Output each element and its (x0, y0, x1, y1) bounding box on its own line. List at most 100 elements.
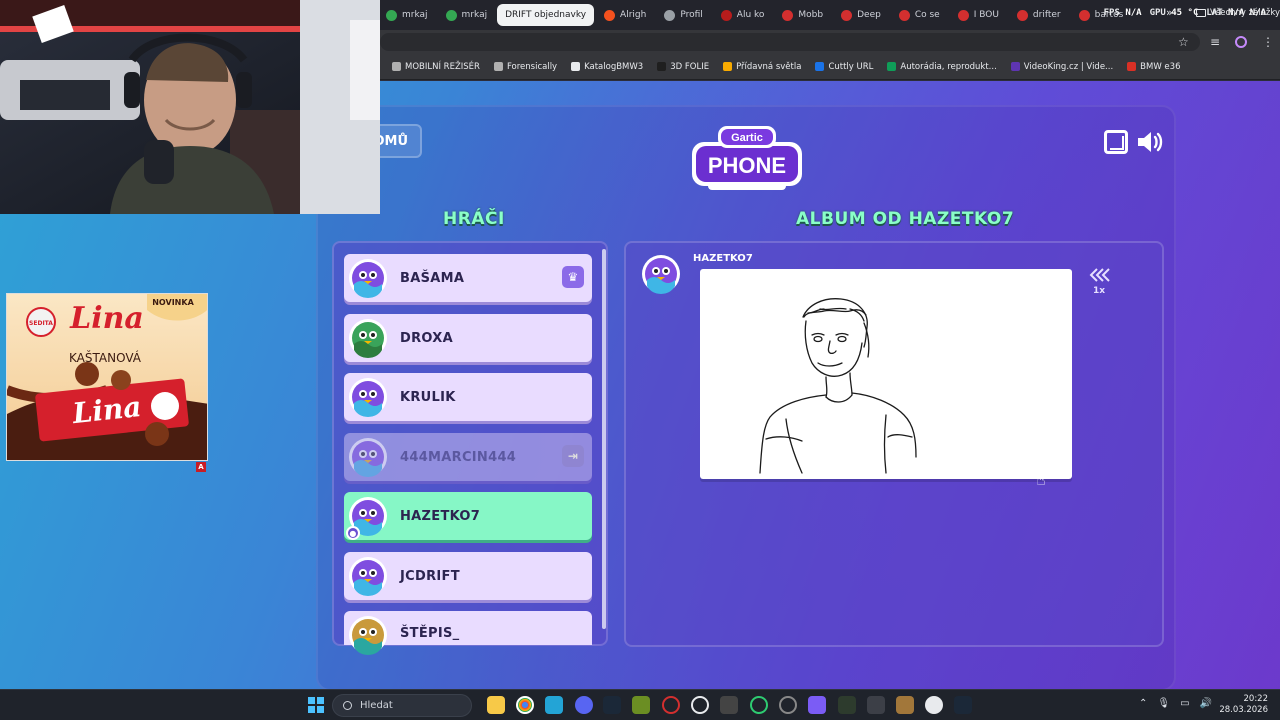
bookmark-favicon-icon (493, 62, 503, 71)
browser-tab[interactable]: I BOU (950, 4, 1007, 26)
bookmark-item[interactable]: BMW e36 (1127, 62, 1180, 72)
chrome-icon[interactable] (516, 696, 534, 714)
bookmark-item[interactable]: Cuttly URL (815, 62, 873, 72)
browser-menu-icon[interactable]: ⋮ (1262, 34, 1274, 50)
browser-tab[interactable]: Deep (833, 4, 889, 26)
browser-tab[interactable]: DRIFT objednavky (497, 4, 595, 26)
microphone-icon[interactable]: 🎙 (1157, 698, 1170, 709)
bookmark-item[interactable]: Přídavná světla (723, 62, 801, 72)
current-user-icon: ● (346, 526, 360, 540)
logo-bottom-text: PHONE (708, 153, 786, 178)
player-avatar (349, 438, 387, 477)
folder-icon (1196, 9, 1206, 17)
settings-gear-icon[interactable] (779, 696, 797, 714)
tab-label: Profil (680, 10, 703, 20)
sound-button[interactable] (1136, 129, 1164, 155)
player-name: BAŠAMA (400, 270, 465, 286)
epic-games-icon[interactable] (720, 696, 738, 714)
taskbar-clock[interactable]: 20:22 28.03.2026 (1219, 694, 1268, 716)
player-row[interactable]: JCDRIFT (344, 552, 592, 600)
player-name: HAZETKO7 (400, 508, 481, 524)
bookmark-label: BMW e36 (1140, 61, 1181, 72)
players-heading: HRÁČI (443, 209, 505, 229)
address-bar[interactable] (380, 33, 1200, 51)
player-row[interactable]: BAŠAMA ♛ (344, 254, 592, 302)
bookmarks-overflow-icon[interactable]: » (1166, 6, 1173, 19)
playback-speed-button[interactable]: 1x (1088, 267, 1110, 297)
taskbar-search-placeholder: Hledat (360, 700, 393, 711)
browser-tab[interactable]: Alu ko (713, 4, 773, 26)
volume-icon[interactable]: 🔊 (1200, 698, 1212, 709)
tab-label: Alu ko (736, 10, 765, 20)
terminal-icon[interactable] (838, 696, 856, 714)
anchor-app-icon[interactable] (867, 696, 885, 714)
bookmark-label: Cuttly URL (828, 61, 874, 72)
game-launcher-icon[interactable] (896, 696, 914, 714)
ad-choices-badge[interactable]: A (196, 462, 206, 472)
browser-tab[interactable]: mrkaj (438, 4, 496, 26)
player-name: ŠTĚPIS_ (400, 626, 460, 641)
obs-icon[interactable] (925, 696, 943, 714)
chatgpt-icon[interactable] (691, 696, 709, 714)
player-row[interactable]: HAZETKO7 ● (344, 492, 592, 540)
tabs-container: mrkaj mrkaj DRIFT objednavky Alrigh Profil Al… (378, 4, 1131, 26)
bookmark-item[interactable]: Forensically (493, 62, 557, 72)
tray-overflow-icon[interactable]: ⌃ (1139, 698, 1147, 709)
bookmark-favicon-icon (392, 62, 401, 71)
monitor-app-icon[interactable] (545, 696, 563, 714)
browser-tab[interactable]: Alrigh (596, 4, 654, 26)
browser-tab[interactable]: drifter (1009, 4, 1069, 26)
browser-tab[interactable]: mrkaj (378, 4, 436, 26)
fps-value: N/A (1125, 8, 1142, 18)
tab-favicon-icon (386, 9, 397, 21)
bookmark-item[interactable]: 3D FOLIE (657, 62, 709, 72)
album-author-avatar (642, 255, 680, 294)
tab-favicon-icon (898, 9, 910, 21)
webcam-feed (0, 0, 380, 214)
file-explorer-icon[interactable] (487, 696, 505, 714)
browser-tab[interactable]: Mobb (774, 4, 831, 26)
browser-tab[interactable]: Co se (891, 4, 948, 26)
windows-start-button[interactable] (308, 697, 324, 713)
fullscreen-button[interactable] (1104, 130, 1128, 154)
steam-icon-2[interactable] (954, 696, 972, 714)
bookmark-label: MOBILNÍ REŽISÉR (405, 61, 480, 72)
xbox-icon[interactable] (750, 696, 768, 714)
clock-time: 20:22 (1243, 694, 1269, 704)
player-row[interactable]: DROXA (344, 314, 592, 362)
bookmark-item[interactable]: MOBILNÍ REŽISÉR (392, 62, 480, 72)
players-scrollbar[interactable] (602, 249, 606, 629)
bookmark-favicon-icon (1010, 62, 1020, 71)
taskbar-search[interactable]: Hledat (332, 694, 472, 717)
tab-label: Alrigh (620, 10, 647, 20)
tab-label: mrkaj (461, 10, 488, 20)
player-row[interactable]: 444MARCIN444 ⇥ (344, 433, 592, 481)
browser-tab[interactable]: Profil (656, 4, 710, 26)
network-icon[interactable]: ▭ (1180, 698, 1189, 709)
player-name: KRULIK (400, 389, 456, 405)
tab-favicon-icon (604, 9, 616, 21)
bookmark-star-icon[interactable]: ☆ (1178, 34, 1189, 50)
player-row[interactable]: ŠTĚPIS_ (344, 611, 592, 655)
album-drawing (700, 269, 1072, 479)
opera-icon[interactable] (662, 696, 680, 714)
bookmark-label: 3D FOLIE (670, 61, 710, 72)
image-editor-icon[interactable] (632, 696, 650, 714)
search-icon (343, 701, 352, 710)
advertisement-banner[interactable]: Lina SEDITA Lina KAŠTANOVÁ NOVINKA (6, 293, 208, 461)
grid-app-icon[interactable] (808, 696, 826, 714)
ad-maker-label: SEDITA (29, 320, 53, 327)
ad-brand-logo: Lina (69, 301, 144, 336)
gartic-phone-logo: Gartic PHONE (692, 126, 802, 190)
bookmark-item[interactable]: KatalogBMW3 (571, 62, 643, 72)
ad-new-tag: NOVINKA (152, 298, 194, 307)
bookmark-item[interactable]: VideoKing.cz | Vide... (1010, 62, 1113, 72)
bookmark-item[interactable]: Autorádia, reprodukt... (887, 62, 997, 72)
player-row[interactable]: KRULIK (344, 373, 592, 421)
all-bookmarks-folder[interactable]: Všechny záložky (1196, 8, 1280, 18)
discord-icon[interactable] (575, 696, 593, 714)
steam-icon[interactable] (603, 696, 621, 714)
tab-favicon-icon (720, 9, 732, 21)
profile-avatar-icon[interactable] (1235, 36, 1247, 48)
media-controls-icon[interactable]: ≡ (1210, 34, 1220, 50)
